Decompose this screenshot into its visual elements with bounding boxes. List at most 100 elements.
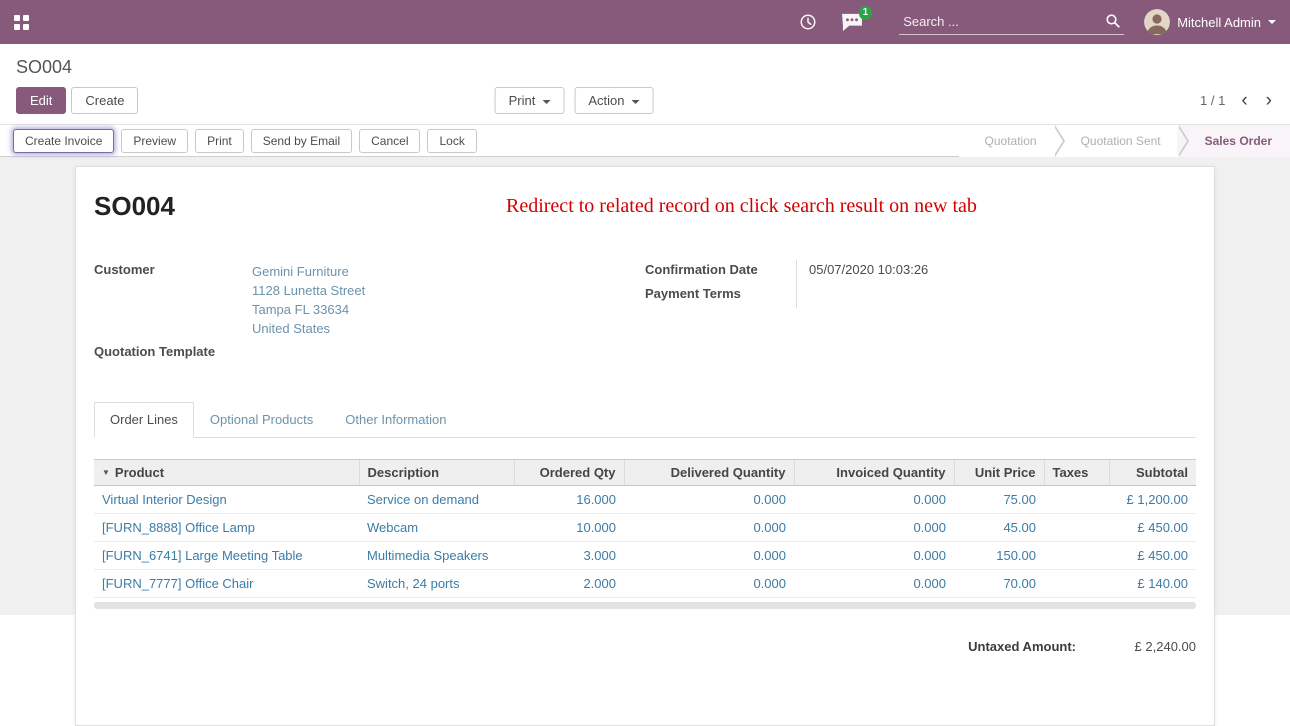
cancel-button[interactable]: Cancel: [359, 129, 420, 153]
customer-address-line: 1128 Lunetta Street: [252, 281, 365, 300]
untaxed-amount-value: £ 2,240.00: [1076, 639, 1196, 654]
messages-icon[interactable]: 1: [841, 13, 863, 32]
untaxed-amount-label: Untaxed Amount:: [968, 639, 1076, 654]
field-group-left: Customer Gemini Furniture 1128 Lunetta S…: [94, 260, 645, 366]
caret-down-icon: [542, 100, 550, 104]
search-icon[interactable]: [1105, 13, 1121, 32]
confirmation-date-label: Confirmation Date: [645, 260, 796, 284]
customer-name-link[interactable]: Gemini Furniture: [252, 262, 365, 281]
cell-product[interactable]: [FURN_6741] Large Meeting Table: [94, 542, 359, 570]
cell-description[interactable]: Webcam: [359, 514, 514, 542]
order-lines-table: ▼Product Description Ordered Qty Deliver…: [94, 459, 1196, 598]
horizontal-scrollbar[interactable]: [94, 602, 1196, 609]
status-pipeline: Quotation Quotation Sent Sales Order: [959, 125, 1290, 157]
user-menu[interactable]: Mitchell Admin: [1144, 9, 1276, 35]
column-header-delivered-quantity[interactable]: Delivered Quantity: [624, 460, 794, 486]
payment-terms-label: Payment Terms: [645, 284, 796, 308]
cell-ordered-qty: 3.000: [514, 542, 624, 570]
cell-subtotal: £ 1,200.00: [1109, 486, 1196, 514]
pager-previous-icon[interactable]: ‹: [1239, 91, 1249, 110]
table-row[interactable]: [FURN_8888] Office Lamp Webcam 10.000 0.…: [94, 514, 1196, 542]
caret-down-icon: [1268, 20, 1276, 24]
cell-product[interactable]: Virtual Interior Design: [94, 486, 359, 514]
breadcrumb: SO004: [0, 44, 1290, 80]
send-by-email-button[interactable]: Send by Email: [251, 129, 352, 153]
field-customer: Customer Gemini Furniture 1128 Lunetta S…: [94, 260, 645, 338]
customer-address-line: Tampa FL 33634: [252, 300, 365, 319]
cell-subtotal: £ 450.00: [1109, 542, 1196, 570]
cell-unit-price: 70.00: [954, 570, 1044, 598]
print-button[interactable]: Print: [195, 129, 244, 153]
field-group-right: Confirmation Date 05/07/2020 10:03:26 Pa…: [645, 260, 1196, 366]
search-input[interactable]: [899, 10, 1124, 35]
column-header-unit-price[interactable]: Unit Price: [954, 460, 1044, 486]
pager-next-icon[interactable]: ›: [1264, 91, 1274, 110]
column-header-invoiced-quantity[interactable]: Invoiced Quantity: [794, 460, 954, 486]
cell-product[interactable]: [FURN_7777] Office Chair: [94, 570, 359, 598]
control-panel: Edit Create Print Action 1 / 1 ‹ ›: [0, 80, 1290, 124]
table-body: Virtual Interior Design Service on deman…: [94, 486, 1196, 598]
top-navbar: 1 Mitchell Admin: [0, 0, 1290, 44]
statusbar-buttons: Create Invoice Preview Print Send by Ema…: [13, 129, 477, 153]
status-step-quotation-sent[interactable]: Quotation Sent: [1055, 125, 1179, 157]
cell-unit-price: 150.00: [954, 542, 1044, 570]
cell-unit-price: 45.00: [954, 514, 1044, 542]
column-header-product[interactable]: ▼Product: [94, 460, 359, 486]
print-menu-button[interactable]: Print: [495, 87, 565, 114]
table-header-row: ▼Product Description Ordered Qty Deliver…: [94, 460, 1196, 486]
column-header-subtotal[interactable]: Subtotal: [1109, 460, 1196, 486]
content-area: SO004 Redirect to related record on clic…: [0, 157, 1290, 615]
cell-invoiced-quantity: 0.000: [794, 486, 954, 514]
status-step-sales-order[interactable]: Sales Order: [1179, 125, 1290, 157]
lock-button[interactable]: Lock: [427, 129, 476, 153]
create-button[interactable]: Create: [71, 87, 138, 114]
cell-product[interactable]: [FURN_8888] Office Lamp: [94, 514, 359, 542]
record-menu-buttons: Print Action: [495, 87, 654, 114]
apps-menu-icon[interactable]: [14, 15, 29, 30]
edit-button[interactable]: Edit: [16, 87, 66, 114]
column-header-taxes[interactable]: Taxes: [1044, 460, 1109, 486]
cell-taxes: [1044, 514, 1109, 542]
pager-value: 1 / 1: [1200, 93, 1225, 108]
customer-value[interactable]: Gemini Furniture 1128 Lunetta Street Tam…: [252, 260, 365, 338]
tab-optional-products[interactable]: Optional Products: [194, 402, 329, 437]
column-header-label: Product: [115, 465, 164, 480]
cell-ordered-qty: 2.000: [514, 570, 624, 598]
tab-other-information[interactable]: Other Information: [329, 402, 462, 437]
cell-ordered-qty: 10.000: [514, 514, 624, 542]
table-row[interactable]: [FURN_6741] Large Meeting Table Multimed…: [94, 542, 1196, 570]
message-count-badge: 1: [859, 6, 873, 20]
table-row[interactable]: Virtual Interior Design Service on deman…: [94, 486, 1196, 514]
print-menu-label: Print: [509, 93, 536, 108]
field-payment-terms: Payment Terms: [645, 284, 1196, 308]
cell-taxes: [1044, 542, 1109, 570]
global-search: [899, 10, 1124, 35]
field-quotation-template: Quotation Template: [94, 342, 645, 366]
status-step-quotation[interactable]: Quotation: [959, 125, 1055, 157]
form-sheet: SO004 Redirect to related record on clic…: [75, 166, 1215, 726]
activities-clock-icon[interactable]: [799, 13, 817, 31]
cell-description[interactable]: Multimedia Speakers: [359, 542, 514, 570]
caret-down-icon: [631, 100, 639, 104]
cell-delivered-quantity: 0.000: [624, 514, 794, 542]
confirmation-date-value: 05/07/2020 10:03:26: [796, 260, 1016, 284]
user-name: Mitchell Admin: [1177, 15, 1261, 30]
action-menu-button[interactable]: Action: [574, 87, 653, 114]
table-row[interactable]: [FURN_7777] Office Chair Switch, 24 port…: [94, 570, 1196, 598]
red-annotation-text: Redirect to related record on click sear…: [506, 195, 977, 218]
create-invoice-button[interactable]: Create Invoice: [13, 129, 114, 153]
cell-invoiced-quantity: 0.000: [794, 542, 954, 570]
column-header-description[interactable]: Description: [359, 460, 514, 486]
statusbar: Create Invoice Preview Print Send by Ema…: [0, 124, 1290, 157]
cell-description[interactable]: Service on demand: [359, 486, 514, 514]
cell-description[interactable]: Switch, 24 ports: [359, 570, 514, 598]
column-header-ordered-qty[interactable]: Ordered Qty: [514, 460, 624, 486]
field-groups: Customer Gemini Furniture 1128 Lunetta S…: [94, 260, 1196, 366]
cell-invoiced-quantity: 0.000: [794, 514, 954, 542]
preview-button[interactable]: Preview: [121, 129, 188, 153]
tab-order-lines[interactable]: Order Lines: [94, 402, 194, 438]
record-action-buttons: Edit Create: [16, 87, 138, 114]
field-confirmation-date: Confirmation Date 05/07/2020 10:03:26: [645, 260, 1196, 284]
breadcrumb-title: SO004: [16, 57, 72, 77]
totals-section: Untaxed Amount: £ 2,240.00: [94, 639, 1196, 654]
